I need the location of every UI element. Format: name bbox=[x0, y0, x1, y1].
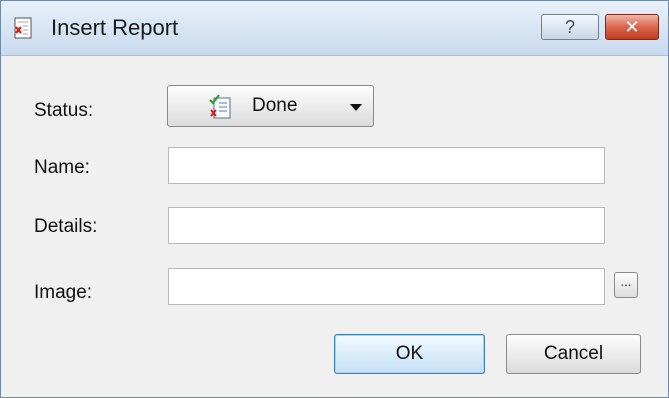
status-dropdown[interactable]: Done bbox=[167, 85, 374, 127]
image-label: Image: bbox=[34, 282, 93, 303]
done-report-icon bbox=[208, 94, 234, 120]
window-title: Insert Report bbox=[51, 15, 179, 40]
report-icon bbox=[12, 17, 34, 39]
details-field[interactable] bbox=[168, 207, 605, 244]
name-label: Name: bbox=[34, 157, 90, 178]
details-label: Details: bbox=[34, 216, 98, 237]
name-field[interactable] bbox=[168, 147, 605, 184]
insert-report-dialog: Insert Report ? ✕ Status: Done Name: Det… bbox=[0, 0, 669, 398]
image-path-field[interactable] bbox=[168, 268, 605, 305]
browse-button[interactable]: ... bbox=[614, 272, 638, 298]
chevron-down-icon bbox=[350, 104, 362, 111]
cancel-button[interactable]: Cancel bbox=[506, 334, 641, 374]
help-button[interactable]: ? bbox=[541, 14, 599, 40]
status-label: Status: bbox=[34, 100, 94, 121]
status-value: Done bbox=[252, 95, 298, 116]
title-bar[interactable]: Insert Report ? ✕ bbox=[1, 1, 668, 56]
close-button[interactable]: ✕ bbox=[605, 14, 659, 40]
ok-button[interactable]: OK bbox=[334, 334, 485, 374]
